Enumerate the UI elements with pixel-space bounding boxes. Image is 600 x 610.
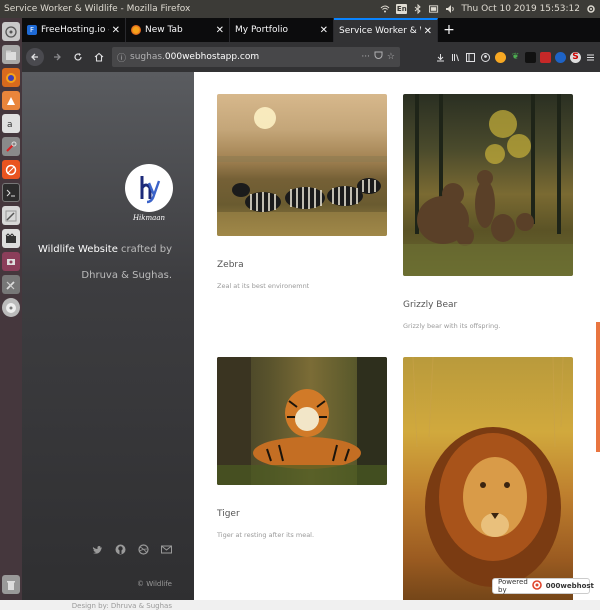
- firefox-window: F FreeHosting.io - Website ✕ New Tab ✕ M…: [22, 18, 600, 610]
- new-tab-button[interactable]: +: [438, 18, 460, 42]
- ubuntu-one-icon[interactable]: [2, 160, 20, 179]
- zebra-image: [217, 94, 387, 236]
- card-description: Grizzly bear with its offspring.: [403, 322, 501, 330]
- card-title: Zebra: [217, 260, 244, 270]
- tab-my-portfolio[interactable]: My Portfolio ✕: [230, 18, 334, 42]
- extension-s-icon[interactable]: S: [570, 51, 581, 63]
- info-icon[interactable]: ⓘ: [117, 51, 126, 64]
- files-icon[interactable]: [2, 45, 20, 64]
- close-tab-icon[interactable]: ✕: [216, 25, 224, 36]
- freehosting-favicon-icon: F: [27, 25, 37, 35]
- site-authors: Dhruva & Sughas.: [81, 270, 172, 281]
- site-tagline: Wildlife Website crafted by: [38, 244, 172, 255]
- animal-card-tiger[interactable]: Tiger Tiger at resting after its meal.: [217, 357, 387, 539]
- window-title: Service Worker & Wildlife - Mozilla Fire…: [4, 4, 191, 14]
- page-content: Hikmaan Wildlife Website crafted by Dhru…: [22, 72, 600, 610]
- toolbar-extensions: ❦ S: [405, 51, 596, 63]
- ubuntu-launcher: a: [0, 18, 22, 600]
- hamburger-menu-icon[interactable]: [585, 52, 596, 63]
- twitter-icon[interactable]: [92, 544, 103, 555]
- github-icon[interactable]: [115, 544, 126, 555]
- grizzly-bear-image: [403, 94, 573, 276]
- firefox-icon[interactable]: [2, 68, 20, 87]
- logo-badge: [125, 164, 173, 212]
- home-button[interactable]: [91, 49, 107, 65]
- social-links: [92, 544, 172, 555]
- extension-dark-icon[interactable]: [525, 51, 536, 63]
- software-center-icon[interactable]: [2, 91, 20, 110]
- lion-image: [403, 357, 573, 600]
- dribbble-icon[interactable]: [138, 544, 149, 555]
- logo-caption: Hikmaan: [132, 214, 166, 222]
- terminal-icon[interactable]: [2, 183, 20, 202]
- extension-blue-icon[interactable]: [555, 51, 566, 63]
- svg-text:a: a: [7, 120, 13, 130]
- pocket-icon[interactable]: [374, 51, 383, 63]
- power-gear-icon[interactable]: [586, 4, 596, 14]
- volume-icon[interactable]: [445, 4, 455, 14]
- firefox-favicon-icon: [131, 25, 141, 35]
- system-tray: En Thu Oct 10 2019 15:53:12: [380, 4, 600, 14]
- copyright-text: © Wildlife: [137, 580, 172, 588]
- os-top-panel: Service Worker & Wildlife - Mozilla Fire…: [0, 0, 600, 18]
- powered-by-badge[interactable]: Powered by 000webhost: [492, 578, 594, 594]
- extension-red-icon[interactable]: [540, 51, 551, 63]
- bookmark-star-icon[interactable]: ☆: [387, 52, 395, 62]
- email-icon[interactable]: [161, 544, 172, 555]
- animal-card-lion[interactable]: [403, 357, 573, 600]
- bluetooth-icon[interactable]: [413, 4, 423, 14]
- amazon-icon[interactable]: a: [2, 114, 20, 133]
- system-settings-icon[interactable]: [2, 137, 20, 156]
- card-title: Grizzly Bear: [403, 300, 458, 310]
- text-editor-icon[interactable]: [2, 206, 20, 225]
- powered-by-brand: 000webhost: [545, 582, 594, 590]
- reload-button[interactable]: [70, 49, 86, 65]
- extension-leaf-icon[interactable]: ❦: [510, 52, 521, 63]
- close-tab-icon[interactable]: ✕: [112, 25, 120, 36]
- trash-icon[interactable]: [2, 575, 20, 594]
- scroll-indicator[interactable]: [596, 322, 600, 452]
- close-tab-icon[interactable]: ✕: [320, 25, 328, 36]
- url-bar[interactable]: ⓘ sughas.000webhostapp.com ··· ☆: [112, 47, 400, 67]
- card-description: Zeal at its best environemnt: [217, 282, 310, 290]
- downloads-icon[interactable]: [435, 52, 446, 63]
- forward-button[interactable]: [49, 49, 65, 65]
- battery-icon[interactable]: [429, 4, 439, 14]
- card-description: Tiger at resting after its meal.: [217, 531, 315, 539]
- tab-strip: F FreeHosting.io - Website ✕ New Tab ✕ M…: [22, 18, 600, 42]
- tab-service-worker-wildlife[interactable]: Service Worker & Wildlife ✕: [334, 18, 438, 42]
- video-editor-icon[interactable]: [2, 229, 20, 248]
- clock[interactable]: Thu Oct 10 2019 15:53:12: [461, 4, 580, 14]
- sync-account-icon[interactable]: [480, 52, 491, 63]
- tab-new-tab[interactable]: New Tab ✕: [126, 18, 230, 42]
- page-actions-icon[interactable]: ···: [361, 52, 370, 62]
- design-credit: Design by: Dhruva & Sughas: [71, 602, 172, 610]
- tools-icon[interactable]: [2, 275, 20, 294]
- card-title: Tiger: [217, 509, 240, 519]
- gallery: Zebra Zeal at its best environemnt Grizz…: [194, 72, 600, 600]
- webhost-logo-icon: [531, 580, 542, 592]
- wifi-icon[interactable]: [380, 4, 390, 14]
- site-logo[interactable]: Hikmaan: [125, 164, 173, 226]
- site-sidebar: Hikmaan Wildlife Website crafted by Dhru…: [22, 72, 194, 610]
- extension-orange-icon[interactable]: [495, 51, 506, 63]
- animal-card-grizzly-bear[interactable]: Grizzly Bear Grizzly bear with its offsp…: [403, 94, 573, 330]
- powered-by-label: Powered by: [498, 578, 528, 594]
- library-icon[interactable]: [450, 52, 461, 63]
- ubuntu-dash-icon[interactable]: [2, 22, 20, 41]
- hy-monogram-icon: [140, 176, 161, 204]
- sidebar-toggle-icon[interactable]: [465, 52, 476, 63]
- url-text[interactable]: sughas.000webhostapp.com: [130, 52, 357, 62]
- tab-freehosting[interactable]: F FreeHosting.io - Website ✕: [22, 18, 126, 42]
- close-tab-icon[interactable]: ✕: [424, 26, 432, 37]
- disc-icon[interactable]: [2, 298, 20, 317]
- back-button[interactable]: [26, 48, 44, 66]
- animal-card-zebra[interactable]: Zebra Zeal at its best environemnt: [217, 94, 387, 290]
- keyboard-layout-icon[interactable]: En: [396, 4, 408, 14]
- screenshot-tool-icon[interactable]: [2, 252, 20, 271]
- navigation-toolbar: ⓘ sughas.000webhostapp.com ··· ☆ ❦ S: [22, 42, 600, 72]
- tiger-image: [217, 357, 387, 485]
